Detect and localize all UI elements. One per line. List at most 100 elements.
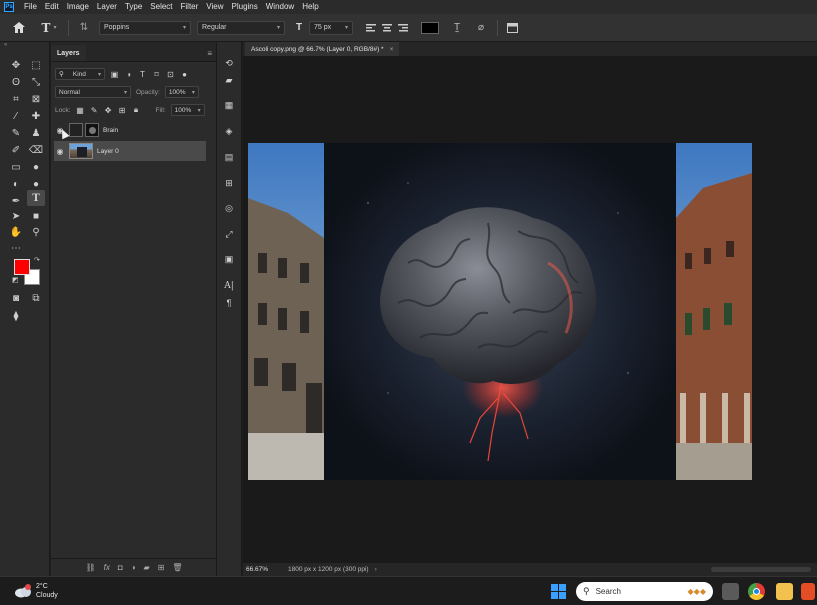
layer-style-icon[interactable]: fx: [104, 563, 110, 572]
marquee-tool[interactable]: ⬚: [27, 57, 45, 73]
new-layer-icon[interactable]: ⊞: [158, 563, 165, 572]
menu-type[interactable]: Type: [121, 0, 146, 14]
font-size-select[interactable]: 75 px ▾: [309, 20, 353, 35]
eyedropper-tool[interactable]: ⁄: [7, 108, 25, 124]
filter-adjustment-icon[interactable]: ◑: [124, 70, 133, 79]
lock-transparent-icon[interactable]: ▦: [76, 106, 85, 115]
canvas-area[interactable]: [243, 56, 817, 563]
filter-type-icon[interactable]: T: [138, 70, 147, 79]
add-mask-icon[interactable]: ◘: [118, 563, 123, 572]
text-color-swatch[interactable]: [421, 21, 439, 34]
status-menu-icon[interactable]: ›: [375, 566, 377, 573]
font-family-select[interactable]: Poppins ▾: [99, 20, 191, 35]
fill-field[interactable]: 100% ▾: [170, 104, 205, 116]
path-select-tool[interactable]: ➤: [7, 208, 25, 224]
menu-layer[interactable]: Layer: [93, 0, 121, 14]
home-button[interactable]: [6, 18, 32, 38]
healing-brush-tool[interactable]: ✚: [27, 108, 45, 124]
character-panel-button[interactable]: [504, 22, 520, 33]
frame-tool[interactable]: ⊠: [27, 91, 45, 107]
file-explorer-icon[interactable]: [776, 583, 793, 600]
dodge-tool[interactable]: ◐: [7, 176, 25, 192]
menu-view[interactable]: View: [202, 0, 227, 14]
lock-artboard-icon[interactable]: ⊞: [118, 106, 127, 115]
menu-edit[interactable]: Edit: [41, 0, 63, 14]
toolbar-collapse-icon[interactable]: «: [4, 42, 7, 48]
menu-help[interactable]: Help: [298, 0, 322, 14]
opacity-field[interactable]: 100% ▾: [164, 86, 199, 98]
menu-window[interactable]: Window: [262, 0, 298, 14]
filter-smart-object-icon[interactable]: ⊡: [166, 70, 175, 79]
default-colors-icon[interactable]: ◩: [12, 276, 19, 284]
menu-plugins[interactable]: Plugins: [228, 0, 262, 14]
menu-image[interactable]: Image: [63, 0, 93, 14]
lock-all-icon[interactable]: 🔒︎: [132, 105, 141, 115]
toggle-orientation-button[interactable]: ⇅: [75, 22, 93, 33]
filter-shape-icon[interactable]: ⌑: [152, 70, 161, 79]
move-tool[interactable]: ✥: [7, 57, 25, 73]
align-left-button[interactable]: [363, 23, 379, 32]
text-tool-preset[interactable]: T ▾: [36, 21, 62, 35]
more-tools-icon[interactable]: ⋯: [7, 240, 25, 256]
swatches-panel-icon[interactable]: ▦: [222, 98, 236, 112]
font-style-select[interactable]: Regular ▾: [197, 20, 285, 35]
properties-panel-icon[interactable]: ▣: [222, 252, 236, 266]
history-panel-icon[interactable]: ⟲: [222, 56, 236, 70]
chrome-icon[interactable]: [748, 583, 765, 600]
pen-tool[interactable]: ✒: [7, 193, 25, 209]
swap-colors-icon[interactable]: ↷: [34, 256, 40, 264]
lock-position-icon[interactable]: ✥: [104, 106, 113, 115]
tab-layers[interactable]: Layers: [51, 45, 86, 61]
horizontal-scrollbar[interactable]: [711, 567, 811, 572]
gradient-tool[interactable]: ▭: [7, 159, 25, 175]
quick-mask-icon[interactable]: ◙: [7, 290, 25, 306]
visibility-eye-icon[interactable]: ◉: [54, 147, 66, 156]
foreground-color-swatch[interactable]: [14, 259, 30, 275]
type-tool[interactable]: T: [27, 190, 45, 206]
close-icon[interactable]: ×: [390, 46, 394, 53]
zoom-level[interactable]: 66.67%: [246, 566, 284, 573]
history-brush-tool[interactable]: ✐: [7, 142, 25, 158]
cancel-edit-button[interactable]: ⌀: [471, 22, 491, 33]
filter-kind-select[interactable]: ⚲ Kind ▾: [55, 68, 105, 80]
object-select-tool[interactable]: ⤡: [27, 74, 45, 90]
edit-toolbar-icon[interactable]: ⧫: [7, 308, 25, 324]
warp-text-button[interactable]: T̰: [447, 22, 467, 33]
comments-panel-icon[interactable]: ▰: [222, 73, 236, 87]
layer-row-layer-0[interactable]: ◉ Layer 0: [54, 141, 206, 161]
filter-toggle-icon[interactable]: ●: [180, 70, 189, 79]
weather-widget[interactable]: 2°C Cloudy: [14, 582, 58, 600]
zoom-tool[interactable]: ⚲: [27, 224, 45, 240]
menu-select[interactable]: Select: [146, 0, 176, 14]
link-layers-icon[interactable]: ⛓: [85, 563, 95, 572]
hand-tool[interactable]: ✋: [7, 224, 25, 240]
align-center-button[interactable]: [379, 23, 395, 32]
screen-mode-icon[interactable]: ⧉: [27, 290, 45, 306]
clone-stamp-tool[interactable]: ♟: [27, 125, 45, 141]
rectangle-tool[interactable]: ■: [27, 208, 45, 224]
adjustments-panel-icon[interactable]: ◎: [222, 201, 236, 215]
delete-layer-icon[interactable]: 🗑︎: [172, 563, 182, 572]
windows-start-button[interactable]: [551, 584, 566, 599]
panel-menu-icon[interactable]: ≡: [207, 49, 212, 58]
new-group-icon[interactable]: ▰: [144, 563, 150, 572]
task-view-icon[interactable]: [722, 583, 739, 600]
html5-app-icon[interactable]: [801, 583, 815, 600]
gradients-panel-icon[interactable]: ▤: [222, 150, 236, 164]
paragraph-panel-icon[interactable]: ¶: [222, 296, 236, 310]
crop-tool[interactable]: ⌗: [7, 91, 25, 107]
blend-mode-select[interactable]: Normal ▾: [55, 86, 131, 98]
document-tab[interactable]: Ascoli copy.png @ 66.7% (Layer 0, RGB/8#…: [245, 42, 400, 56]
adjustment-layer-icon[interactable]: ◑: [131, 563, 136, 572]
layer-row-brain[interactable]: ◉ Brain: [54, 120, 206, 140]
document-canvas[interactable]: [248, 143, 752, 480]
character-panel-icon[interactable]: A|: [222, 279, 236, 293]
lock-pixels-icon[interactable]: ✎: [90, 106, 99, 115]
lasso-tool[interactable]: ʘ: [7, 74, 25, 90]
taskbar-search[interactable]: ⚲ Search ◆◆◆: [576, 582, 713, 601]
menu-file[interactable]: File: [20, 0, 41, 14]
align-right-button[interactable]: [395, 23, 411, 32]
3d-panel-icon[interactable]: ◈: [222, 124, 236, 138]
filter-pixel-icon[interactable]: ▣: [110, 70, 119, 79]
brush-tool[interactable]: ✎: [7, 125, 25, 141]
